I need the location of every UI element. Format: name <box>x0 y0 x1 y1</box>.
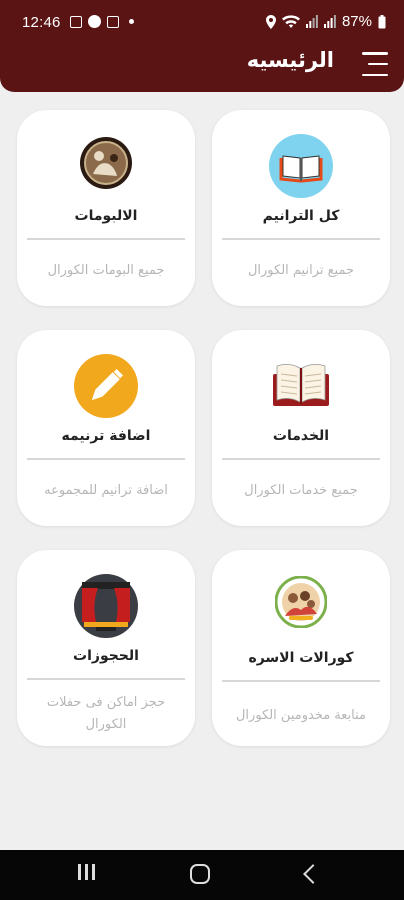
wifi-icon <box>281 14 300 28</box>
divider <box>222 680 380 682</box>
home-button[interactable] <box>190 864 210 884</box>
card-description: جميع خدمات الكورال <box>244 483 358 498</box>
status-time: 12:46 <box>22 14 61 31</box>
signal-icon <box>323 15 336 28</box>
divider <box>27 238 185 240</box>
card-family-choirs[interactable]: كورالات الاسره متابعة مخدومين الكورال <box>212 550 390 746</box>
page-title: الرئيسيه <box>246 48 334 72</box>
card-title: اضافة ترنيمه <box>61 428 151 444</box>
app-header: 12:46 87% الرئيسيه <box>0 0 404 92</box>
status-bar: 12:46 87% <box>0 0 404 42</box>
card-reservations[interactable]: الحجوزات حجز اماكن فى حفلات الكورال <box>17 550 195 746</box>
recents-button[interactable] <box>78 864 95 880</box>
card-title: الالبومات <box>74 208 138 224</box>
pencil-icon <box>74 354 138 418</box>
card-add-hymn[interactable]: اضافة ترنيمه اضافة ترانيم للمجموعه <box>17 330 195 526</box>
battery-percentage: 87% <box>341 13 372 30</box>
status-system-icons: 87% <box>265 13 386 30</box>
hamburger-icon <box>362 52 388 55</box>
card-title: كورالات الاسره <box>248 650 354 666</box>
book-icon <box>269 134 333 198</box>
recents-icon <box>78 864 81 880</box>
card-description: حجز اماكن فى حفلات الكورال <box>46 695 166 732</box>
divider <box>222 458 380 460</box>
card-description: متابعة مخدومين الكورال <box>235 708 366 723</box>
signal-icon <box>305 15 318 28</box>
system-nav-bar <box>0 850 404 900</box>
stage-icon <box>74 574 138 638</box>
card-description: جميع البومات الكورال <box>47 263 165 278</box>
cast-icon <box>107 15 119 28</box>
album-icon <box>79 136 133 190</box>
card-title: كل الترانيم <box>262 208 340 224</box>
status-notification-icons <box>70 15 134 28</box>
dot-icon <box>129 19 134 24</box>
card-albums[interactable]: الالبومات جميع البومات الكورال <box>17 110 195 306</box>
divider <box>27 678 185 680</box>
family-icon <box>274 575 328 629</box>
image-icon <box>70 15 82 28</box>
card-all-hymns[interactable]: كل الترانيم جميع ترانيم الكورال <box>212 110 390 306</box>
divider <box>27 458 185 460</box>
card-services[interactable]: الخدمات جميع خدمات الكورال <box>212 330 390 526</box>
messenger-icon <box>88 15 101 28</box>
battery-icon <box>378 14 386 28</box>
divider <box>222 238 380 240</box>
card-title: الخدمات <box>272 428 330 444</box>
card-title: الحجوزات <box>73 648 139 664</box>
card-description: اضافة ترانيم للمجموعه <box>44 483 168 498</box>
menu-button[interactable] <box>360 52 388 76</box>
location-icon <box>265 14 276 29</box>
back-button[interactable] <box>303 864 323 884</box>
open-book-icon <box>269 356 333 420</box>
card-description: جميع ترانيم الكورال <box>247 263 355 278</box>
